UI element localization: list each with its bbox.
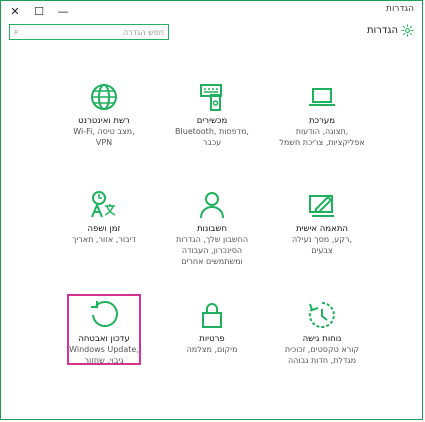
tile-network-name: רשת ואינטרנט — [78, 116, 130, 126]
tile-network[interactable]: רשת ואינטרנט Wi-Fi, מצב טיסה, VPN — [54, 81, 154, 148]
tile-system-desc-2: אפליקציות, צריכת חשמל — [279, 138, 365, 147]
settings-window: ✕ ☐ — הגדרות ⌕ חפש הגדרה הגדרות מערכת תצ… — [0, 0, 423, 420]
tile-ease-of-access-desc-1: קורא טקסטים, זכוכית — [284, 345, 360, 354]
search-icon: ⌕ — [14, 27, 19, 36]
tile-privacy-desc-1: מיקום, מצלמה — [186, 345, 238, 354]
close-button[interactable]: ✕ — [3, 1, 27, 21]
personalization-icon — [309, 195, 334, 217]
tile-accounts-desc-2: הסינכרון, העבודה — [181, 246, 243, 255]
tile-network-desc-1: Wi-Fi, מצב טיסה, — [73, 127, 135, 136]
page-header: הגדרות — [367, 24, 414, 37]
tile-accounts[interactable]: חשבונות החשבון שלך, הגדרות הסינכרון, העב… — [162, 189, 262, 267]
tile-devices-desc-2: עכבר — [202, 138, 222, 147]
tile-accounts-desc-3: ומשתמשים אחרים — [181, 257, 243, 266]
person-icon — [200, 192, 224, 219]
tile-system-name: מערכת — [309, 116, 335, 126]
page-title: הגדרות — [366, 25, 398, 36]
tile-accounts-name: חשבונות — [196, 224, 228, 234]
tile-devices[interactable]: מכשירים Bluetooth, מדפסות, עכבר — [162, 81, 262, 148]
tile-ease-of-access[interactable]: נוחות גישה קורא טקסטים, זכוכית מגדלת, חד… — [272, 299, 372, 366]
selection-highlight — [67, 294, 141, 365]
laptop-icon — [309, 88, 335, 106]
tile-devices-desc-1: Bluetooth, מדפסות, — [175, 127, 249, 136]
window-title: הגדרות — [386, 4, 414, 14]
tile-personalization-desc-2: צבעים — [311, 246, 333, 255]
tile-ease-of-access-desc-2: מגדלת, חדות גבוהה — [287, 356, 357, 365]
tile-time-language[interactable]: זמן ושפה דיבור, אזור, תאריך — [54, 189, 154, 245]
tile-privacy-name: פרטיות — [199, 334, 225, 344]
tile-network-desc-2: VPN — [95, 138, 113, 147]
tile-personalization[interactable]: התאמה אישית רקע, מסך נעילה, צבעים — [272, 189, 372, 256]
tile-time-language-desc-1: דיבור, אזור, תאריך — [72, 235, 136, 244]
time-language-icon — [91, 191, 116, 218]
tile-ease-of-access-name: נוחות גישה — [302, 334, 342, 344]
title-bar: ✕ ☐ — הגדרות — [1, 1, 422, 21]
lock-icon — [202, 303, 222, 328]
minimize-button[interactable]: — — [51, 1, 75, 21]
tile-time-language-name: זמן ושפה — [87, 224, 121, 234]
tile-system[interactable]: מערכת תצוגה, הודעות, אפליקציות, צריכת חש… — [272, 81, 372, 148]
ease-of-access-icon — [308, 302, 335, 328]
tile-personalization-desc-1: רקע, מסך נעילה, — [291, 235, 353, 244]
tile-accounts-desc-1: החשבון שלך, הגדרות — [175, 235, 249, 244]
maximize-button[interactable]: ☐ — [27, 1, 51, 21]
globe-icon — [91, 84, 117, 110]
devices-icon — [200, 84, 222, 111]
search-placeholder: חפש הגדרה — [122, 27, 164, 37]
tile-devices-name: מכשירים — [196, 116, 228, 126]
tile-system-desc-1: תצוגה, הודעות, — [295, 127, 349, 136]
search-input[interactable]: ⌕ חפש הגדרה — [9, 24, 169, 40]
tile-privacy[interactable]: פרטיות מיקום, מצלמה — [162, 299, 262, 355]
gear-icon — [401, 24, 414, 37]
tile-personalization-name: התאמה אישית — [296, 224, 348, 234]
